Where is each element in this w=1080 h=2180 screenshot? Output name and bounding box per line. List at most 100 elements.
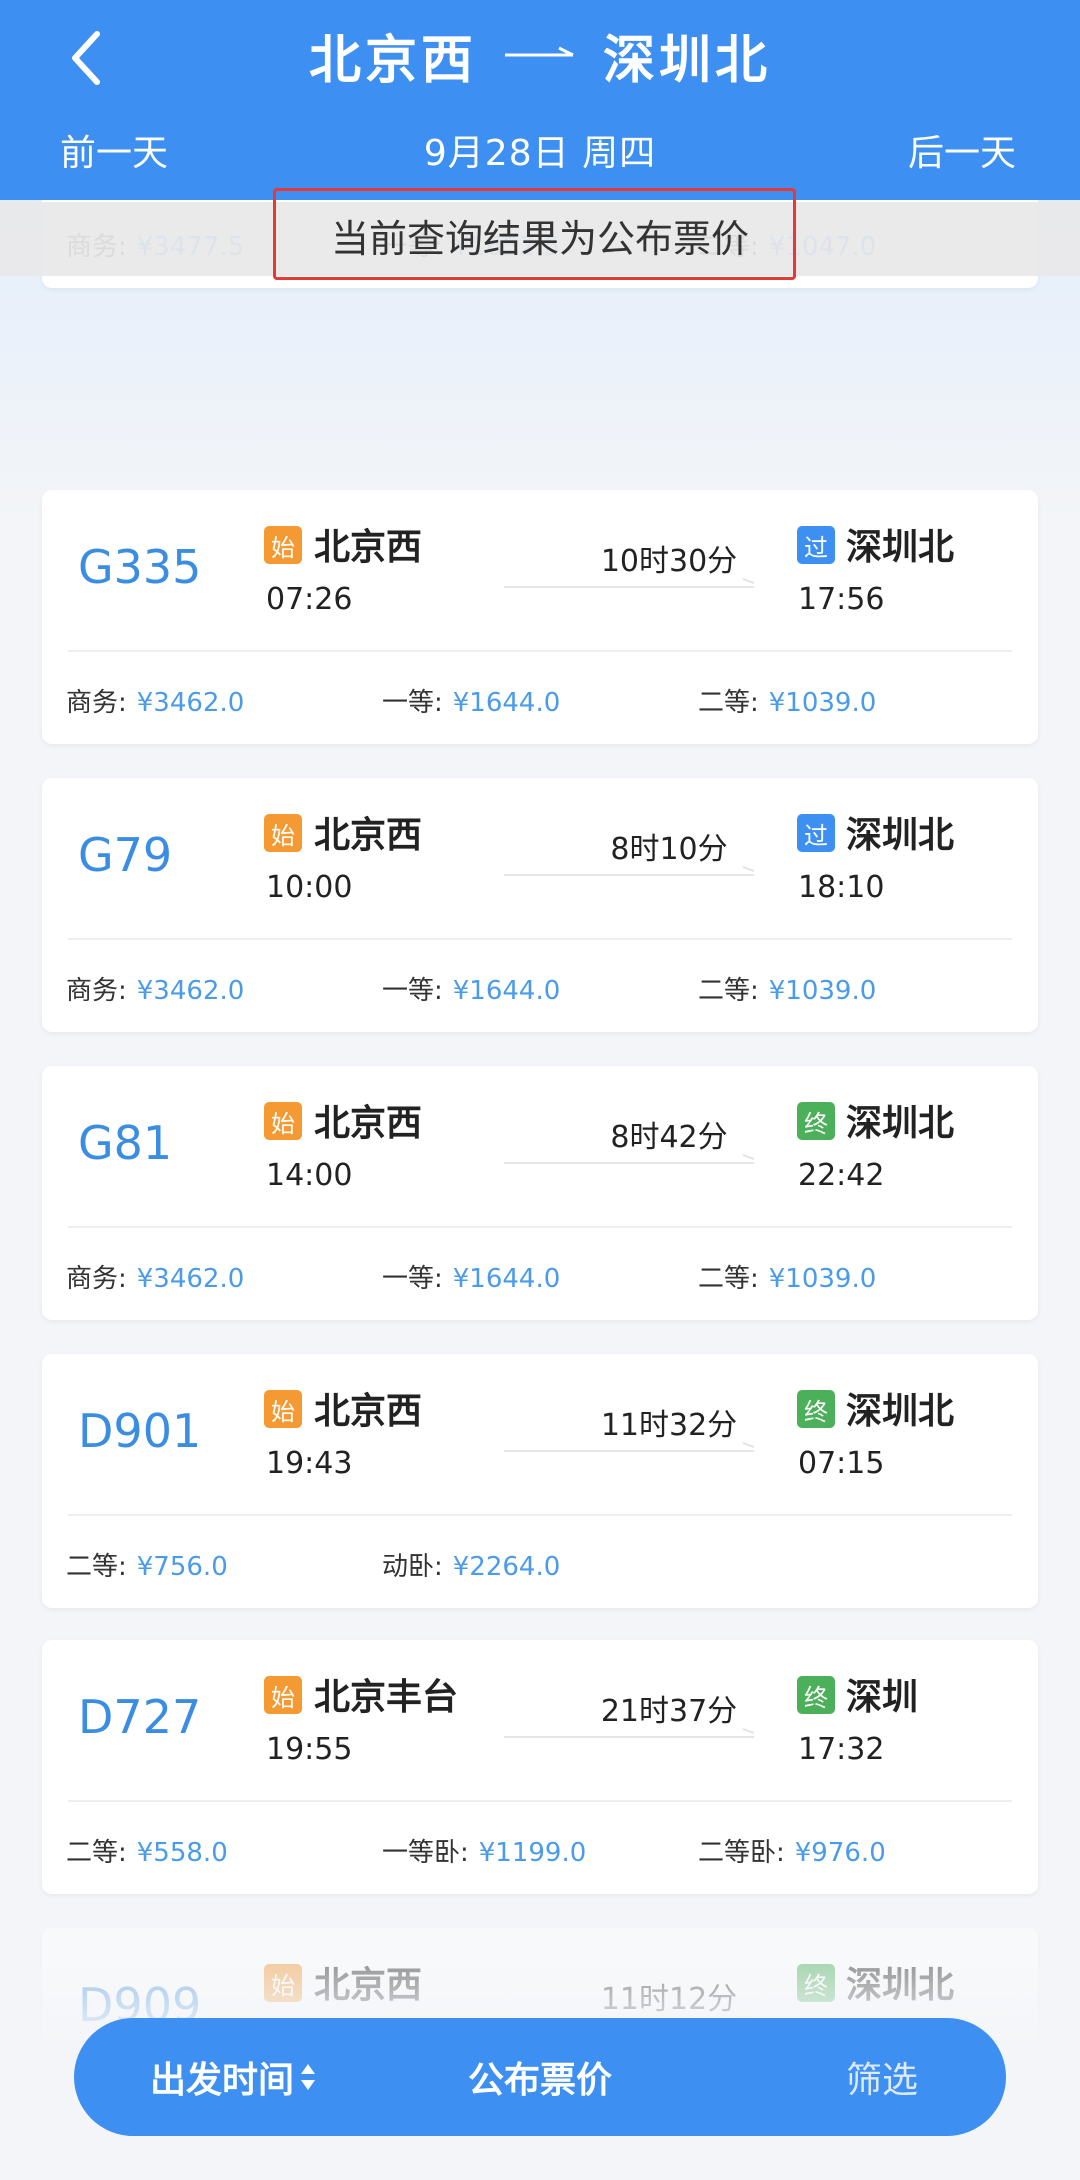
arrival-station: 深圳北	[846, 815, 955, 856]
seat-price: 二等: ¥558.0	[66, 1832, 228, 1869]
seat-class: 商务:	[66, 976, 127, 1006]
arrival-time: 17:32	[798, 1732, 885, 1767]
seat-class: 商务:	[66, 688, 127, 718]
arrival-time: 22:42	[798, 1158, 885, 1193]
seat-price: 二等: ¥1039.0	[698, 1258, 876, 1295]
header: 北京西 深圳北 前一天 9月28日 周四 后一天	[0, 0, 1080, 200]
duration-arrow-icon	[504, 1162, 754, 1164]
seat-class: 一等:	[382, 1264, 443, 1294]
seat-class: 二等:	[698, 688, 759, 718]
duration-arrow-icon	[504, 1450, 754, 1452]
seat-class: 二等:	[66, 1552, 127, 1582]
arrival-station-tag: 过	[797, 814, 835, 852]
seat-price-value: ¥2264.0	[452, 1552, 561, 1582]
filter-button[interactable]: 筛选	[846, 2018, 918, 2136]
seat-price-value: ¥1644.0	[452, 976, 561, 1006]
seat-price: 二等卧: ¥976.0	[698, 1832, 886, 1869]
start-station-tag: 始	[264, 526, 302, 564]
duration-arrow-icon	[504, 1736, 754, 1738]
seat-price-value: ¥1039.0	[768, 1264, 877, 1294]
train-card[interactable]: G81 始北京西 14:00 8时42分 终深圳北 22:42 商务: ¥3462.0 一等: ¥…	[42, 1066, 1038, 1320]
train-number: G79	[78, 828, 173, 882]
arrival-station: 深圳北	[846, 1103, 955, 1144]
card-divider	[68, 1226, 1012, 1228]
departure-station: 北京西	[314, 815, 423, 856]
seat-price-value: ¥1039.0	[768, 976, 877, 1006]
seat-price: 一等: ¥1644.0	[382, 1258, 560, 1295]
bottom-action-bar: 出发时间 公布票价 筛选	[74, 2018, 1006, 2136]
seat-class: 二等:	[698, 1264, 759, 1294]
arrival-time: 18:10	[798, 870, 885, 905]
start-station-tag: 始	[264, 1102, 302, 1140]
departure-station: 北京西	[314, 1103, 423, 1144]
price-notice-banner: 当前查询结果为公布票价	[0, 188, 1080, 280]
start-station-tag: 始	[264, 814, 302, 852]
arrival-station-tag: 过	[797, 526, 835, 564]
date-nav: 前一天 9月28日 周四 后一天	[0, 124, 1080, 178]
seat-price: 二等: ¥1039.0	[698, 682, 876, 719]
filter-label: 筛选	[845, 2060, 918, 2101]
to-city: 深圳北	[603, 31, 772, 91]
published-price-label: 公布票价	[467, 2060, 612, 2101]
arrival-station: 深圳	[846, 1677, 919, 1718]
arrival-time: 07:15	[798, 1446, 885, 1481]
departure-station: 北京西	[314, 1391, 423, 1432]
seat-price: 商务: ¥3462.0	[66, 682, 244, 719]
seat-price-value: ¥3462.0	[136, 688, 245, 718]
trip-duration: 11时32分	[600, 1408, 738, 1443]
seat-price: 一等: ¥1644.0	[382, 970, 560, 1007]
start-station-tag: 始	[264, 1390, 302, 1428]
departure-station: 北京丰台	[314, 1677, 459, 1718]
train-number: D727	[78, 1690, 202, 1744]
seat-class: 商务:	[66, 1264, 127, 1294]
seat-price: 一等卧: ¥1199.0	[382, 1832, 586, 1869]
seat-price-value: ¥558.0	[136, 1838, 228, 1868]
train-card[interactable]: D901 始北京西 19:43 11时32分 终深圳北 07:15 二等: ¥756.0 动卧:…	[42, 1354, 1038, 1608]
arrival-station: 深圳北	[846, 527, 955, 568]
arrival-station-tag: 终	[797, 1676, 835, 1714]
trip-duration: 8时42分	[610, 1120, 728, 1155]
seat-class: 二等卧:	[698, 1838, 785, 1868]
seat-price-value: ¥1039.0	[768, 688, 877, 718]
seat-class: 二等:	[66, 1838, 127, 1868]
arrival-station-tag: 终	[797, 1390, 835, 1428]
route-arrow-icon	[503, 30, 577, 81]
departure-time: 07:26	[266, 582, 353, 617]
seat-price: 商务: ¥3462.0	[66, 970, 244, 1007]
departure-time: 10:00	[266, 870, 353, 905]
notice-text: 当前查询结果为公布票价	[330, 216, 749, 261]
card-divider	[68, 938, 1012, 940]
train-card[interactable]: G79 始北京西 10:00 8时10分 过深圳北 18:10 商务: ¥3462.0 一等: ¥…	[42, 778, 1038, 1032]
arrival-station-tag: 终	[797, 1102, 835, 1140]
trip-duration: 8时10分	[610, 832, 728, 867]
train-card[interactable]: G335 始北京西 07:26 10时30分 过深圳北 17:56 商务: ¥3462.0 一等…	[42, 490, 1038, 744]
seat-price: 动卧: ¥2264.0	[382, 1546, 560, 1583]
card-divider	[68, 1514, 1012, 1516]
trip-duration: 10时30分	[600, 544, 738, 579]
seat-price-value: ¥1644.0	[452, 1264, 561, 1294]
train-card[interactable]: D727 始北京丰台 19:55 21时37分 终深圳 17:32 二等: ¥558.0 一等卧…	[42, 1640, 1038, 1894]
seat-price: 二等: ¥756.0	[66, 1546, 228, 1583]
arrival-time: 17:56	[798, 582, 885, 617]
seat-price-value: ¥3462.0	[136, 976, 245, 1006]
departure-time: 19:43	[266, 1446, 353, 1481]
duration-arrow-icon	[504, 874, 754, 876]
departure-time: 19:55	[266, 1732, 353, 1767]
next-day-button[interactable]: 后一天	[908, 124, 1016, 176]
seat-class: 一等卧:	[382, 1838, 469, 1868]
seat-price-value: ¥976.0	[794, 1838, 886, 1868]
start-station-tag: 始	[264, 1676, 302, 1714]
card-divider	[68, 650, 1012, 652]
seat-price-value: ¥756.0	[136, 1552, 228, 1582]
seat-class: 一等:	[382, 688, 443, 718]
seat-class: 二等:	[698, 976, 759, 1006]
train-number: G335	[78, 540, 202, 594]
duration-arrow-icon	[504, 586, 754, 588]
seat-class: 动卧:	[382, 1552, 443, 1582]
card-divider	[68, 1800, 1012, 1802]
seat-class: 一等:	[382, 976, 443, 1006]
route-title: 北京西 深圳北	[0, 18, 1080, 93]
seat-price: 二等: ¥1039.0	[698, 970, 876, 1007]
arrival-station: 深圳北	[846, 1391, 955, 1432]
train-number: D901	[78, 1404, 202, 1458]
